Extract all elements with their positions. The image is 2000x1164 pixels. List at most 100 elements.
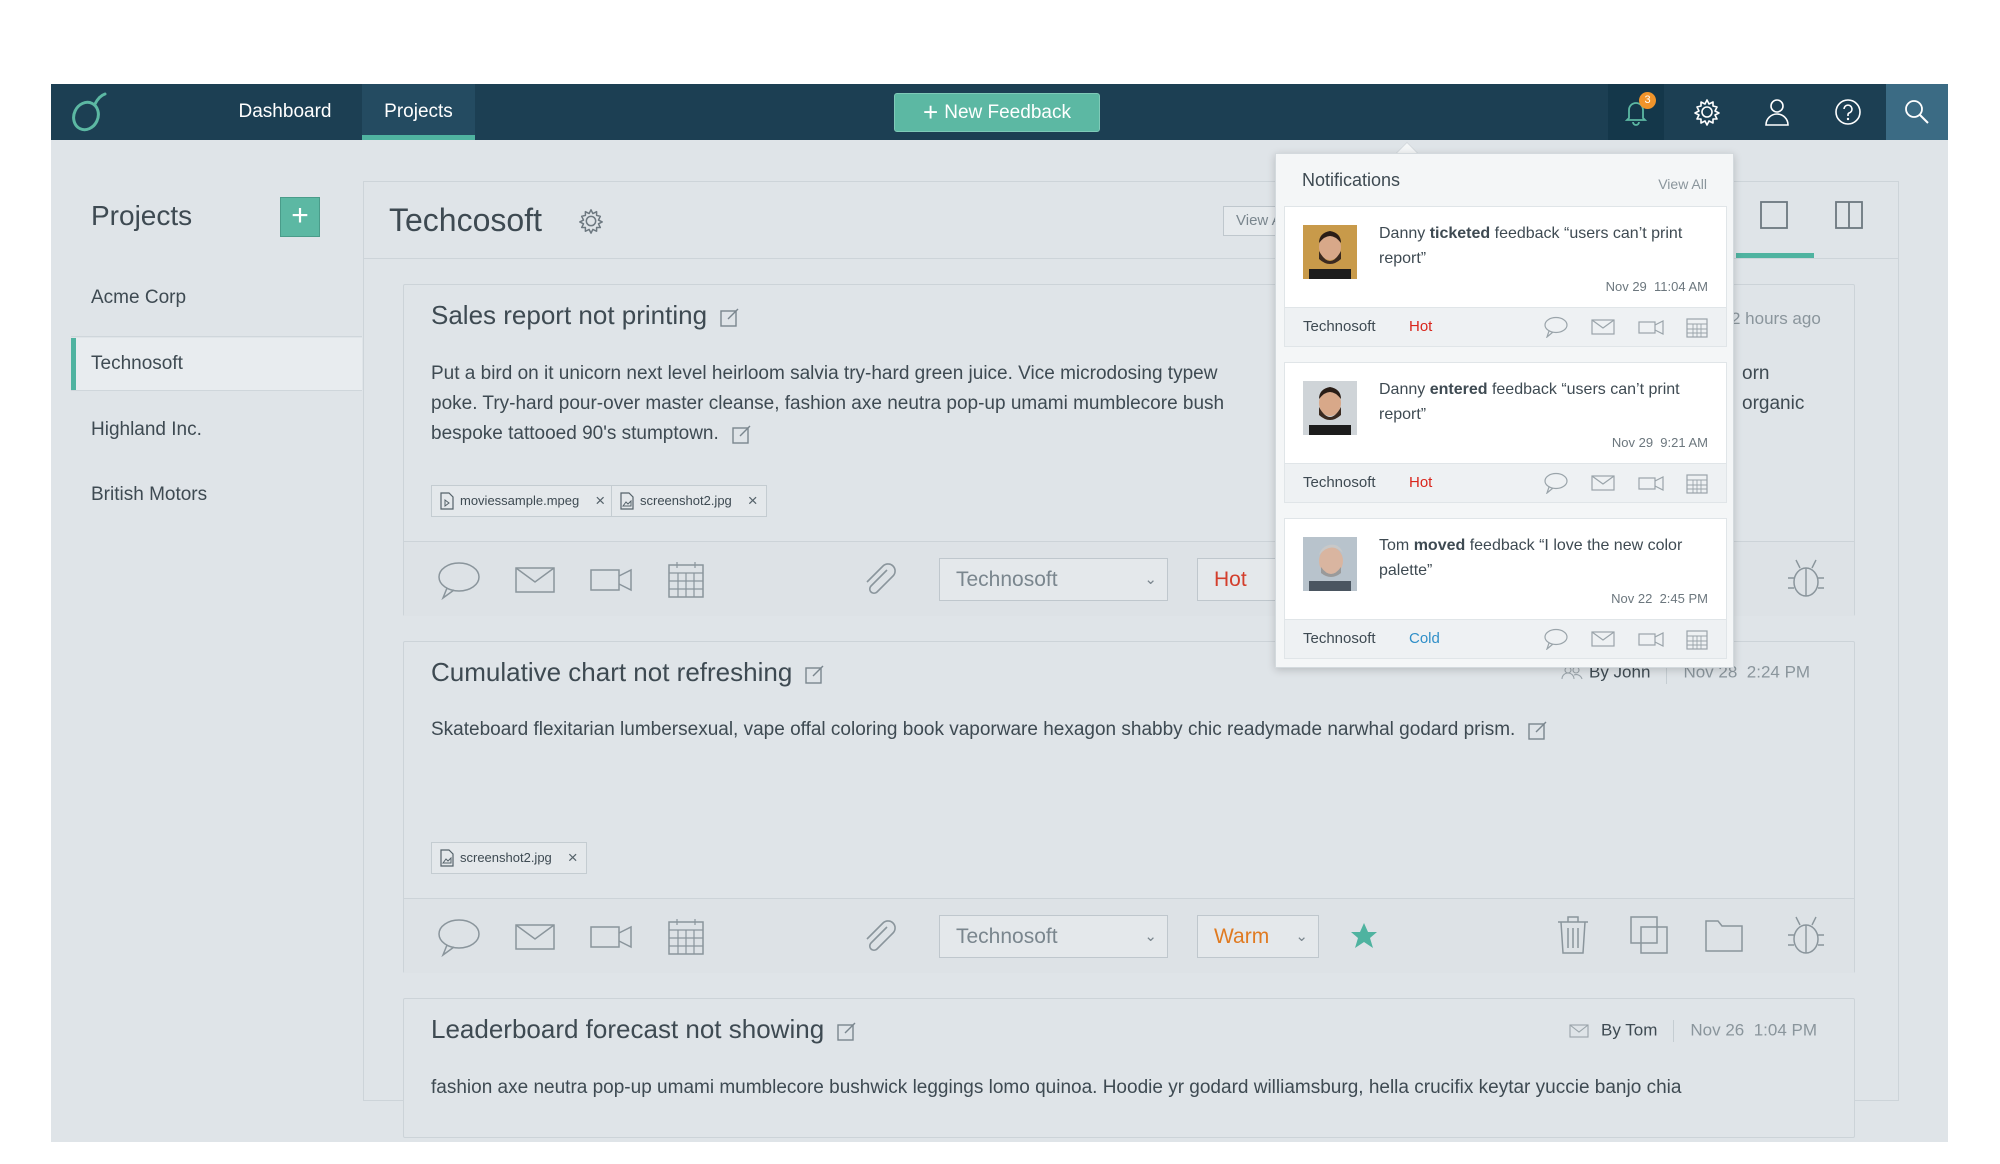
sidebar-title: Projects <box>91 200 193 231</box>
video-icon[interactable] <box>589 917 633 957</box>
attachment-chip[interactable]: screenshot2.jpg × <box>431 842 587 874</box>
video-icon[interactable] <box>1638 472 1664 494</box>
nav-dashboard[interactable]: Dashboard <box>217 84 353 140</box>
notification-project: Technosoft <box>1303 318 1376 335</box>
project-select-value: Technosoft <box>956 925 1058 948</box>
notification-badge: 3 <box>1639 92 1656 109</box>
search-button[interactable] <box>1886 84 1948 140</box>
view-all-link[interactable]: View All <box>1658 176 1707 192</box>
email-icon[interactable] <box>1591 628 1615 650</box>
comment-icon[interactable] <box>1543 628 1569 650</box>
feedback-toolbar: Technosoft ⌄ Warm ⌄ <box>404 898 1854 973</box>
feedback-title: Leaderboard forecast not showing <box>431 1014 858 1045</box>
feedback-card[interactable]: Leaderboard forecast not showing By Tom N… <box>403 998 1855 1138</box>
edit-icon[interactable] <box>1527 719 1549 741</box>
project-select[interactable]: Technosoft ⌄ <box>939 915 1168 958</box>
calendar-icon[interactable] <box>666 560 706 600</box>
edit-icon[interactable] <box>804 663 826 685</box>
chevron-down-icon: ⌄ <box>1144 928 1157 945</box>
video-icon[interactable] <box>1638 628 1664 650</box>
bug-icon[interactable] <box>1786 556 1826 600</box>
project-settings-icon[interactable] <box>577 207 605 235</box>
email-icon[interactable] <box>1591 472 1615 494</box>
feedback-title: Cumulative chart not refreshing <box>431 657 826 688</box>
remove-attachment-icon[interactable]: × <box>595 486 605 516</box>
remove-attachment-icon[interactable]: × <box>568 843 578 873</box>
notifications-title: Notifications <box>1302 170 1401 190</box>
avatar <box>1303 537 1357 591</box>
nav-projects[interactable]: Projects <box>362 84 475 140</box>
comment-icon[interactable] <box>1543 472 1569 494</box>
app-window: Dashboard Projects + New Feedback 3 Proje… <box>51 84 1948 1142</box>
new-feedback-button[interactable]: + New Feedback <box>894 93 1100 132</box>
image-file-icon <box>440 849 454 867</box>
trash-icon[interactable] <box>1556 915 1590 955</box>
video-icon[interactable] <box>1638 316 1664 338</box>
star-icon[interactable] <box>1349 921 1379 951</box>
settings-button[interactable] <box>1679 84 1735 140</box>
chevron-down-icon: ⌄ <box>1144 571 1157 588</box>
duplicate-icon[interactable] <box>1629 915 1669 955</box>
logo-icon[interactable] <box>69 90 109 134</box>
feedback-body-fragment: organic <box>1742 393 1805 414</box>
single-layout-icon[interactable] <box>1759 200 1789 230</box>
attachment-chip[interactable]: screenshot2.jpg × <box>611 485 767 517</box>
attachment-name: moviessample.mpeg <box>460 493 580 508</box>
attachment-name: screenshot2.jpg <box>460 850 552 865</box>
feedback-meta: By Tom Nov 26 1:04 PM <box>1569 1020 1817 1042</box>
calendar-icon[interactable] <box>666 917 706 957</box>
calendar-icon[interactable] <box>1686 472 1708 494</box>
calendar-icon[interactable] <box>1686 628 1708 650</box>
email-icon[interactable] <box>514 917 556 957</box>
add-project-button[interactable]: + <box>280 197 320 237</box>
notification-priority: Hot <box>1409 318 1433 335</box>
edit-icon[interactable] <box>836 1020 858 1042</box>
sidebar-item-highland-inc[interactable]: Highland Inc. <box>71 404 362 456</box>
calendar-icon[interactable] <box>1686 316 1708 338</box>
feedback-card[interactable]: Cumulative chart not refreshing By John N… <box>403 641 1855 973</box>
profile-button[interactable] <box>1749 84 1805 140</box>
sidebar-item-british-motors[interactable]: British Motors <box>71 469 362 521</box>
paperclip-icon[interactable] <box>859 560 899 600</box>
comment-icon[interactable] <box>1543 316 1569 338</box>
email-icon[interactable] <box>1591 316 1615 338</box>
comment-icon[interactable] <box>437 917 481 957</box>
search-icon <box>1905 100 1929 124</box>
bug-icon[interactable] <box>1786 913 1826 957</box>
project-title: Techcosoft <box>389 202 542 238</box>
folder-icon[interactable] <box>1704 917 1744 953</box>
project-select[interactable]: Technosoft ⌄ <box>939 558 1168 601</box>
help-button[interactable] <box>1820 84 1876 140</box>
comment-icon[interactable] <box>437 560 481 600</box>
notification-project: Technosoft <box>1303 630 1376 647</box>
feedback-body: fashion axe neutra pop-up umami mumbleco… <box>431 1073 1811 1103</box>
priority-select-value: Hot <box>1214 568 1247 591</box>
help-icon <box>1835 99 1861 125</box>
split-layout-icon[interactable] <box>1834 200 1864 230</box>
feedback-body-right: orn organic <box>1742 359 1842 419</box>
feedback-body-fragment: orn <box>1742 363 1770 384</box>
sidebar-item-acme-corp[interactable]: Acme Corp <box>71 272 362 324</box>
sidebar: Projects + Acme Corp Technosoft Highland… <box>51 140 362 1142</box>
sidebar-item-technosoft[interactable]: Technosoft <box>71 338 362 390</box>
feedback-time: 2 hours ago <box>1731 309 1821 328</box>
edit-icon[interactable] <box>731 423 753 445</box>
priority-select-value: Warm <box>1214 925 1270 948</box>
video-icon[interactable] <box>589 560 633 600</box>
remove-attachment-icon[interactable]: × <box>748 486 758 516</box>
notification-item[interactable]: Danny entered feedback “users can’t prin… <box>1284 362 1727 464</box>
divider <box>71 390 362 391</box>
image-file-icon <box>620 492 634 510</box>
notification-priority: Cold <box>1409 630 1440 647</box>
priority-select[interactable]: Warm ⌄ <box>1197 915 1319 958</box>
attachment-chip[interactable]: moviessample.mpeg × <box>431 485 615 517</box>
edit-icon[interactable] <box>719 306 741 328</box>
notification-priority: Hot <box>1409 474 1433 491</box>
feedback-body: Skateboard flexitarian lumbersexual, vap… <box>431 715 1811 745</box>
paperclip-icon[interactable] <box>859 917 899 957</box>
notification-footer: Technosoft Hot <box>1284 308 1727 347</box>
notification-item[interactable]: Tom moved feedback “I love the new color… <box>1284 518 1727 620</box>
email-icon[interactable] <box>514 560 556 600</box>
notifications-button[interactable]: 3 <box>1608 84 1664 140</box>
notification-item[interactable]: Danny ticketed feedback “users can’t pri… <box>1284 206 1727 308</box>
